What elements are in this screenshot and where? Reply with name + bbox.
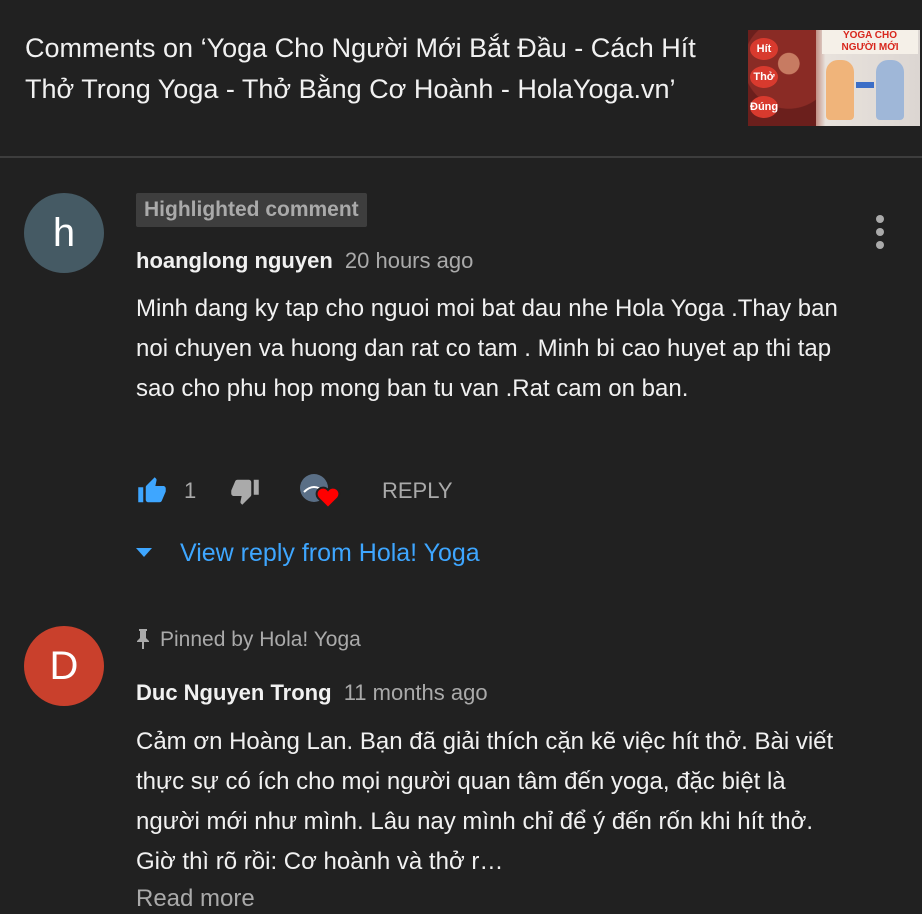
pinned-label: Pinned by Hola! Yoga (136, 626, 361, 654)
comment-time[interactable]: 11 months ago (344, 680, 488, 705)
page-title: Comments on ‘Yoga Cho Người Mới Bắt Đầu … (25, 33, 696, 104)
thumbnail-title: YOGA CHO NGƯỜI MỚI (822, 30, 918, 54)
pinned-text: Pinned by Hola! Yoga (160, 628, 361, 651)
comment-thread: h Highlighted comment hoanglong nguyen 2… (0, 193, 922, 583)
view-replies-label: View reply from Hola! Yoga (180, 539, 480, 567)
more-actions-icon[interactable] (866, 215, 894, 255)
comment-thread: D Pinned by Hola! Yoga Duc Nguyen Trong … (0, 626, 922, 912)
dislike-icon[interactable] (229, 476, 261, 506)
avatar[interactable]: h (24, 193, 104, 273)
thumbnail-title-line: YOGA CHO (842, 30, 898, 41)
pin-icon (137, 629, 149, 649)
highlighted-badge: Highlighted comment (136, 193, 367, 227)
avatar[interactable]: D (24, 626, 104, 706)
like-count: 1 (184, 478, 197, 503)
thumbnail-figure (876, 60, 904, 120)
reply-button[interactable]: REPLY (382, 476, 453, 506)
thumbnail-word: Thở (750, 66, 778, 88)
creator-heart-icon (300, 474, 341, 510)
comment-header: hoanglong nguyen 20 hours ago (136, 246, 473, 276)
comment-text: Minh dang ky tap cho nguoi moi bat dau n… (136, 295, 838, 402)
avatar-letter: h (52, 211, 76, 255)
video-thumbnail[interactable]: Hít Thở Đúng YOGA CHO NGƯỜI MỚI (748, 30, 920, 126)
caret-down-icon (136, 548, 152, 557)
thumbnail-arrow (856, 82, 874, 88)
view-replies-button[interactable]: View reply from Hola! Yoga (136, 536, 536, 576)
author-name[interactable]: hoanglong nguyen (136, 248, 333, 273)
comment-time[interactable]: 20 hours ago (345, 248, 473, 273)
author-name[interactable]: Duc Nguyen Trong (136, 680, 332, 705)
comment-header: Duc Nguyen Trong 11 months ago (136, 678, 488, 708)
thumbnail-figure (826, 60, 854, 120)
thumbnail-word: Đúng (750, 96, 778, 118)
comment-text: Cảm ơn Hoàng Lan. Bạn đã giải thích cặn … (136, 728, 834, 875)
avatar-letter: D (49, 644, 79, 688)
thumbnail-word: Hít (750, 38, 778, 60)
read-more-link[interactable]: Read more (136, 884, 255, 914)
comment-actions: 1 REPLY (136, 470, 536, 514)
thumbnail-title-line: NGƯỜI MỚI (841, 42, 899, 53)
like-icon[interactable] (136, 476, 168, 506)
comments-header: Comments on ‘Yoga Cho Người Mới Bắt Đầu … (0, 0, 922, 158)
